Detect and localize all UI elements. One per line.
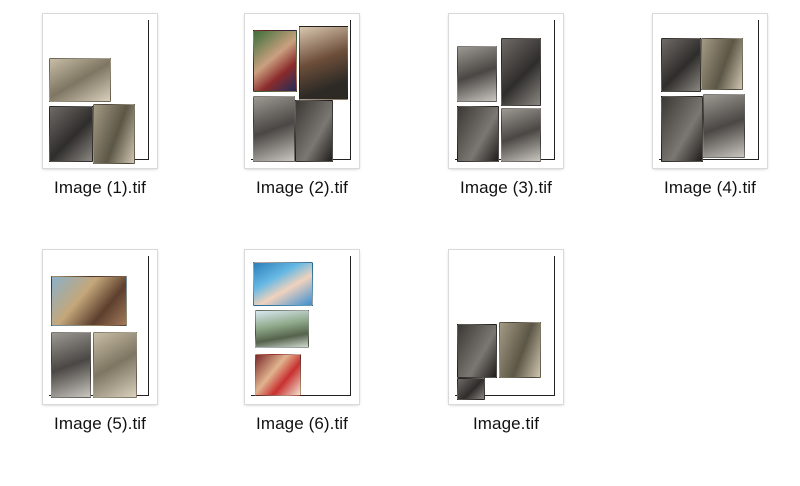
photo-scan: [457, 46, 497, 102]
file-name-label[interactable]: Image (4).tif: [610, 178, 800, 198]
photo-scan: [255, 310, 309, 348]
file-name-text: Image (3).tif: [460, 178, 552, 197]
photo-scan: [501, 108, 541, 162]
photo-scan: [501, 38, 541, 106]
file-item-image[interactable]: Image.tif: [406, 236, 606, 472]
file-name-label[interactable]: Image (3).tif: [406, 178, 606, 198]
file-thumbnail[interactable]: [245, 250, 359, 404]
file-item-image-5[interactable]: Image (5).tif: [0, 236, 200, 472]
file-name-label[interactable]: Image (6).tif: [202, 414, 402, 434]
photo-scan: [457, 378, 485, 400]
file-item-image-2[interactable]: Image (2).tif: [202, 0, 402, 236]
photo-scan: [93, 332, 137, 398]
file-name-text: Image (2).tif: [256, 178, 348, 197]
photo-scan: [253, 262, 313, 306]
photo-scan: [457, 324, 497, 378]
photo-scan: [457, 106, 499, 162]
file-item-image-6[interactable]: Image (6).tif: [202, 236, 402, 472]
file-name-text: Image (5).tif: [54, 414, 146, 433]
file-item-image-3[interactable]: Image (3).tif: [406, 0, 606, 236]
photo-scan: [253, 30, 297, 92]
photo-scan: [299, 26, 348, 100]
file-thumbnail[interactable]: [449, 250, 563, 404]
photo-scan: [295, 100, 333, 162]
photo-scan: [499, 322, 541, 378]
file-item-image-1[interactable]: Image (1).tif: [0, 0, 200, 236]
photo-scan: [49, 58, 111, 102]
photo-scan: [49, 106, 93, 162]
file-item-image-4[interactable]: Image (4).tif: [610, 0, 800, 236]
photo-scan: [253, 96, 295, 162]
file-thumbnail[interactable]: [449, 14, 563, 168]
file-name-text: Image (6).tif: [256, 414, 348, 433]
photo-scan: [701, 38, 743, 90]
file-name-text: Image (1).tif: [54, 178, 146, 197]
photo-scan: [51, 276, 127, 326]
photo-scan: [93, 104, 135, 164]
photo-scan: [661, 96, 703, 162]
photo-scan: [661, 38, 701, 92]
photo-scan: [51, 332, 91, 398]
photo-scan: [703, 94, 745, 158]
file-thumbnail[interactable]: [43, 14, 157, 168]
file-thumbnail[interactable]: [653, 14, 767, 168]
file-name-label[interactable]: Image (2).tif: [202, 178, 402, 198]
file-name-text: Image.tif: [472, 414, 540, 433]
file-name-label[interactable]: Image.tif: [406, 414, 606, 434]
file-thumbnail[interactable]: [43, 250, 157, 404]
file-name-label[interactable]: Image (5).tif: [0, 414, 200, 434]
file-name-text: Image (4).tif: [664, 178, 756, 197]
photo-scan: [255, 354, 301, 396]
file-name-label[interactable]: Image (1).tif: [0, 178, 200, 198]
file-thumbnail[interactable]: [245, 14, 359, 168]
